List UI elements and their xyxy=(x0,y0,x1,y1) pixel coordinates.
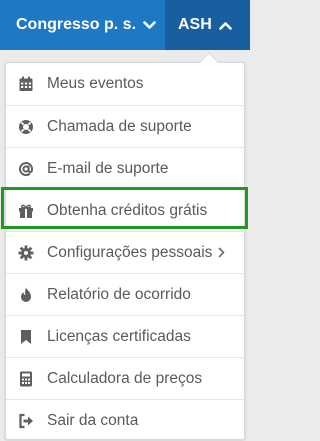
lifebuoy-icon xyxy=(18,119,34,135)
chevron-right-icon xyxy=(219,247,225,258)
menu-item-label: Calculadora de preços xyxy=(47,369,203,387)
bookmark-icon xyxy=(18,329,34,345)
menu-item-price-calculator[interactable]: Calculadora de preços xyxy=(6,357,244,399)
chevron-down-icon xyxy=(143,20,156,29)
menu-item-free-credits[interactable]: Obtenha créditos grátis xyxy=(6,189,244,231)
menu-item-certified-licenses[interactable]: Licenças certificadas xyxy=(6,315,244,357)
menu-item-label: Meus eventos xyxy=(47,75,144,92)
menu-item-label: Configurações pessoais xyxy=(47,243,213,261)
menu-item-label: Obtenha créditos grátis xyxy=(47,201,208,219)
menu-item-label: Chamada de suporte xyxy=(47,117,192,135)
dropdown-caret xyxy=(200,54,218,63)
menu-item-personal-settings[interactable]: Configurações pessoais xyxy=(6,231,244,273)
at-sign-icon xyxy=(18,161,34,177)
gear-icon xyxy=(18,245,34,261)
calculator-icon xyxy=(18,371,34,387)
menu-item-label: Sair da conta xyxy=(47,411,139,429)
user-initials-label: ASH xyxy=(178,16,212,33)
menu-item-support-call[interactable]: Chamada de suporte xyxy=(6,105,244,147)
gift-icon xyxy=(18,203,34,219)
sign-out-icon xyxy=(18,413,34,429)
menu-item-my-events[interactable]: Meus eventos xyxy=(6,63,244,105)
menu-item-label: Licenças certificadas xyxy=(47,327,191,345)
menu-item-sign-out[interactable]: Sair da conta xyxy=(6,399,244,441)
organization-dropdown-button[interactable]: Congresso p. s. xyxy=(0,0,165,50)
calendar-icon xyxy=(18,76,34,92)
fire-icon xyxy=(18,287,34,303)
menu-item-incident-report[interactable]: Relatório de ocorrido xyxy=(6,273,244,315)
user-dropdown-menu: Meus eventos Chamada de suporte E-mail d… xyxy=(5,62,245,440)
top-navigation-bar: Congresso p. s. ASH xyxy=(0,0,250,50)
organization-label: Congresso p. s. xyxy=(16,16,137,33)
chevron-up-icon xyxy=(218,21,232,30)
menu-item-support-email[interactable]: E-mail de suporte xyxy=(6,147,244,189)
menu-item-label: E-mail de suporte xyxy=(47,159,169,177)
user-menu-button[interactable]: ASH xyxy=(165,0,250,50)
menu-item-label: Relatório de ocorrido xyxy=(47,285,191,303)
